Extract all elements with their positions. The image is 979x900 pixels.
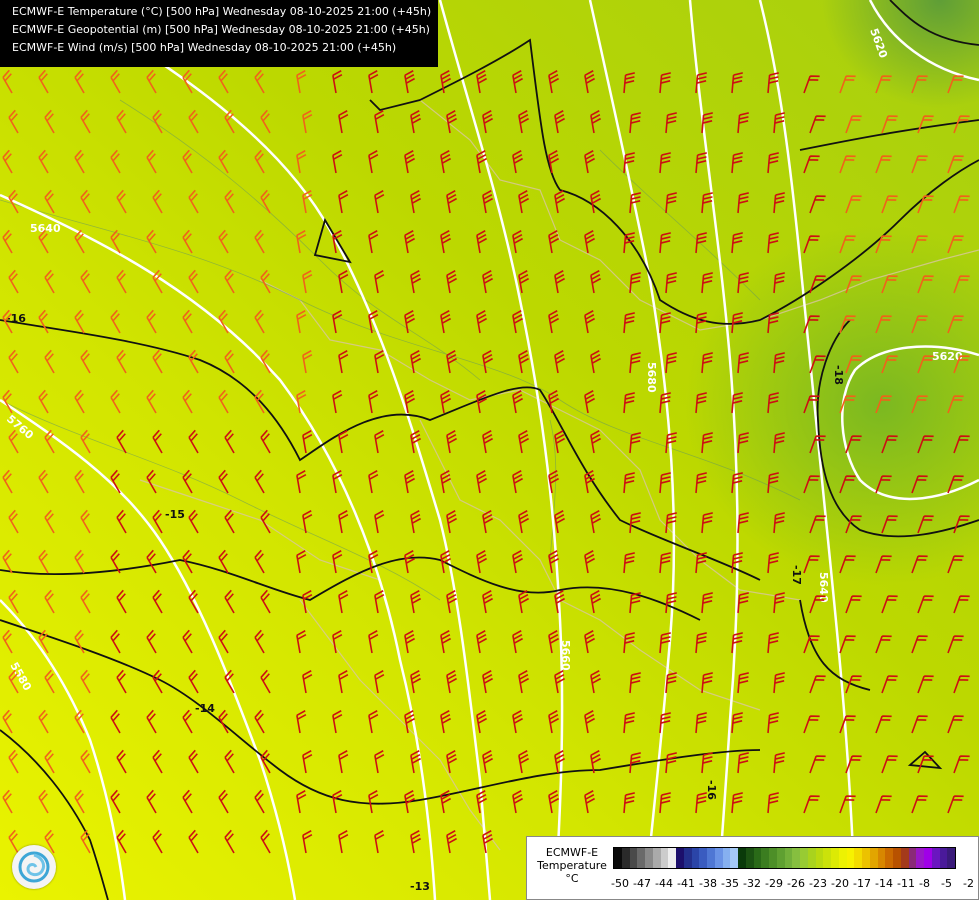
legend-tick: -35 <box>721 877 739 890</box>
legend-tick: -5 <box>941 877 952 890</box>
legend-swatch <box>885 848 893 868</box>
legend-model: ECMWF-E <box>545 846 599 859</box>
legend-swatch <box>877 848 886 868</box>
legend-swatch <box>761 848 769 868</box>
legend-tick: -32 <box>743 877 761 890</box>
contour-label: -17 <box>790 565 803 585</box>
legend-tick: -14 <box>875 877 893 890</box>
contour-label: -15 <box>165 508 185 521</box>
title-line-wind: ECMWF-E Wind (m/s) [500 hPa] Wednesday 0… <box>12 41 397 54</box>
legend-tick: -50 <box>611 877 629 890</box>
legend-title: ECMWF-E Temperature °C <box>533 846 611 885</box>
legend-swatch <box>947 848 955 868</box>
legend-swatch <box>683 848 692 868</box>
legend-tick: -38 <box>699 877 717 890</box>
legend-swatch <box>854 848 862 868</box>
legend-swatch <box>637 848 645 868</box>
legend-swatch <box>699 848 707 868</box>
legend-swatch <box>769 848 777 868</box>
weather-map: 5640 5620 5680 5760 5640 5660 5580 5620 … <box>0 0 979 900</box>
legend-variable: Temperature <box>537 859 607 872</box>
legend-swatch <box>831 848 839 868</box>
legend-swatch <box>753 848 762 868</box>
legend-tick: -41 <box>677 877 695 890</box>
legend-tick-labels: -50 -47 -44 -41 -38 -35 -32 -29 -26 -23 -20 -17 -14-… <box>609 877 979 891</box>
legend-swatch <box>893 848 901 868</box>
legend-swatch <box>676 848 684 868</box>
contour-label: -13 <box>410 880 430 893</box>
contour-label: -14 <box>195 702 215 715</box>
legend-swatch <box>931 848 940 868</box>
legend-swatch <box>614 848 622 868</box>
legend-swatch <box>745 848 754 868</box>
legend-tick: -11 <box>897 877 915 890</box>
legend-swatch <box>823 848 831 868</box>
legend-swatch <box>730 848 738 868</box>
legend-tick: -20 <box>831 877 849 890</box>
legend-unit: °C <box>565 872 579 885</box>
legend-swatch <box>621 848 630 868</box>
contour-label: 5640 <box>30 222 61 235</box>
contour-label: -16 <box>6 312 26 325</box>
legend-swatch <box>652 848 661 868</box>
contour-label: 5660 <box>559 640 572 671</box>
legend-swatch <box>776 848 785 868</box>
title-line-geopotential: ECMWF-E Geopotential (m) [500 hPa] Wedne… <box>12 23 430 36</box>
legend-tick: -8 <box>919 877 930 890</box>
legend-swatch <box>862 848 870 868</box>
legend-swatch <box>916 848 924 868</box>
legend-tick: -29 <box>765 877 783 890</box>
legend-swatch <box>838 848 847 868</box>
legend-tick: -23 <box>809 877 827 890</box>
contour-label: 5640 <box>817 572 830 603</box>
contour-label: 5680 <box>645 362 658 393</box>
legend-swatch <box>939 848 948 868</box>
color-legend: ECMWF-E Temperature °C -50 -47 -44 -41 -38 -3… <box>526 836 979 900</box>
legend-swatch <box>784 848 793 868</box>
contour-label: -16 <box>705 780 718 800</box>
title-line-temperature: ECMWF-E Temperature (°C) [500 hPa] Wedne… <box>12 5 432 18</box>
legend-swatch <box>691 848 700 868</box>
map-title-box: ECMWF-E Temperature (°C) [500 hPa] Wedne… <box>0 0 438 67</box>
provider-logo <box>12 845 56 889</box>
legend-swatch <box>738 848 746 868</box>
legend-tick: -17 <box>853 877 871 890</box>
swirl-logo-icon <box>18 851 50 883</box>
legend-swatch <box>908 848 917 868</box>
legend-swatch <box>900 848 909 868</box>
legend-swatch <box>722 848 731 868</box>
legend-swatch <box>645 848 653 868</box>
legend-swatch <box>924 848 932 868</box>
legend-swatch <box>714 848 723 868</box>
legend-swatch <box>792 848 800 868</box>
legend-swatch <box>629 848 638 868</box>
legend-color-bar <box>613 847 956 869</box>
legend-tick: -44 <box>655 877 673 890</box>
legend-tick: -26 <box>787 877 805 890</box>
legend-swatch <box>800 848 808 868</box>
legend-swatch <box>815 848 824 868</box>
legend-swatch <box>660 848 669 868</box>
legend-tick: -2 <box>963 877 974 890</box>
contour-label: -18 <box>832 365 845 385</box>
legend-swatch <box>807 848 816 868</box>
legend-swatch <box>707 848 715 868</box>
legend-swatch <box>846 848 855 868</box>
legend-swatch <box>668 848 676 868</box>
legend-tick: -47 <box>633 877 651 890</box>
legend-swatch <box>869 848 878 868</box>
